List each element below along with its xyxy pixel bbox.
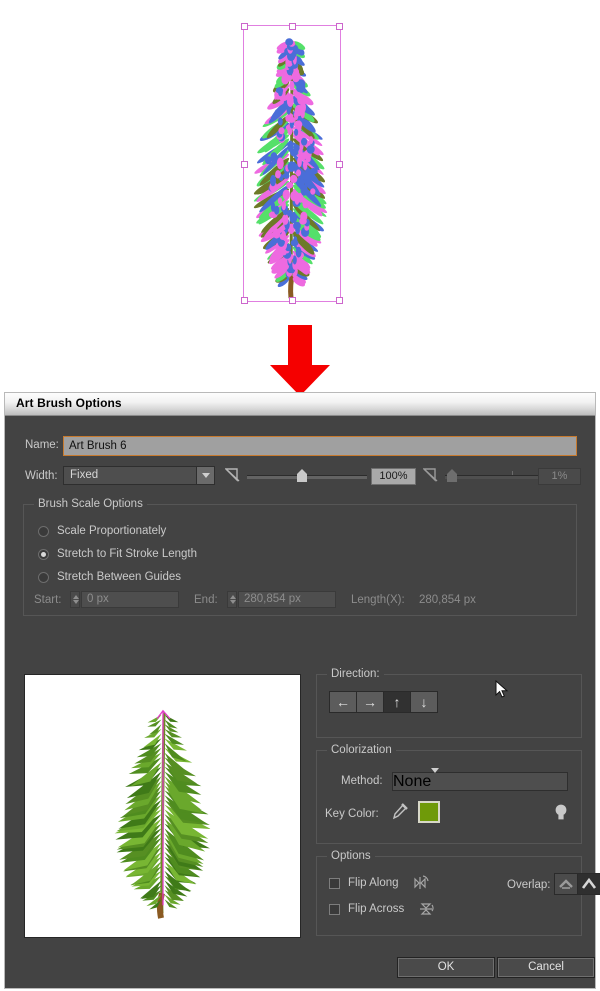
dialog-titlebar[interactable]: Art Brush Options (5, 393, 595, 416)
ok-button[interactable]: OK (397, 957, 495, 978)
options-title: Options (327, 850, 375, 862)
dialog-body: Name: Art Brush 6 Width: Fixed 100% 1% B… (5, 416, 600, 988)
selection-handle-tr[interactable] (336, 23, 343, 30)
width-label: Width: (25, 470, 58, 482)
red-down-arrow-icon (270, 325, 330, 396)
flip-across-checkbox[interactable] (329, 903, 340, 915)
key-color-label: Key Color: (325, 808, 379, 820)
direction-up-button[interactable]: ↑ (384, 692, 411, 712)
selection-handle-tl[interactable] (241, 23, 248, 30)
width-slider-thumb[interactable] (297, 469, 307, 482)
method-value: None (393, 773, 432, 790)
lightbulb-icon[interactable] (553, 803, 569, 823)
start-stepper[interactable] (70, 591, 80, 608)
width-percent-input[interactable]: 100% (371, 468, 416, 485)
flip-along-checkbox[interactable] (329, 877, 340, 889)
chevron-down-icon[interactable] (431, 768, 440, 790)
name-row: Name: Art Brush 6 (25, 436, 577, 456)
chevron-up-icon (581, 877, 597, 889)
mouse-cursor (495, 680, 509, 698)
direction-right-button[interactable]: → (357, 692, 384, 712)
selection-handle-tc[interactable] (289, 23, 296, 30)
radio-stretch-to-fit[interactable]: Stretch to Fit Stroke Length (38, 546, 197, 562)
colorization-title: Colorization (327, 744, 396, 756)
overlap-allow-button[interactable] (555, 874, 578, 894)
flip-across-label: Flip Across (348, 903, 405, 915)
chevron-down-icon[interactable] (196, 467, 214, 484)
width-slider-track[interactable] (247, 475, 367, 479)
key-color-swatch[interactable] (418, 801, 440, 823)
artwork-area (0, 0, 600, 320)
selection-handle-bc[interactable] (289, 297, 296, 304)
selection-handle-mr[interactable] (336, 160, 343, 168)
start-input[interactable]: 0 px (81, 591, 179, 608)
direction-group: Direction: ← → ↑ ↓ (316, 668, 582, 738)
selection-handle-bl[interactable] (241, 297, 248, 304)
overlap-button-row (554, 873, 600, 895)
overlap-label: Overlap: (507, 879, 551, 891)
preview-artwork (114, 709, 211, 919)
direction-button-row: ← → ↑ ↓ (329, 691, 438, 713)
colorization-group: Colorization Method: None Key Color: (316, 744, 582, 844)
flip-across-icon (420, 903, 434, 915)
length-label: Length(X): (351, 594, 405, 606)
width-pressure-icon (225, 468, 240, 482)
end-label: End: (194, 594, 218, 606)
flip-along-label: Flip Along (348, 877, 399, 889)
width-variance-input[interactable]: 1% (538, 468, 581, 485)
radio-icon[interactable] (38, 525, 49, 537)
width-variance-icon (423, 468, 438, 482)
flip-across-row[interactable]: Flip Across (329, 901, 436, 917)
end-stepper[interactable] (227, 591, 237, 608)
radio-stretch-between-guides[interactable]: Stretch Between Guides (38, 569, 181, 585)
flip-along-icon (413, 875, 429, 889)
length-value: 280,854 px (419, 594, 476, 606)
width-type-select[interactable]: Fixed (63, 466, 215, 485)
direction-down-button[interactable]: ↓ (411, 692, 437, 712)
colorization-method-select[interactable]: None (392, 768, 568, 791)
name-input[interactable]: Art Brush 6 (63, 436, 577, 456)
direction-title: Direction: (327, 668, 384, 680)
radio-label: Scale Proportionately (57, 525, 167, 537)
options-group: Options Flip Along Flip Across Overlap: (316, 850, 600, 936)
radio-scale-proportionately[interactable]: Scale Proportionately (38, 523, 166, 539)
overlap-prevent-button[interactable] (578, 874, 600, 894)
selection-handle-br[interactable] (336, 297, 343, 304)
selection-bounding-box[interactable] (241, 23, 343, 304)
end-input[interactable]: 280,854 px (238, 591, 336, 608)
cancel-button[interactable]: Cancel (497, 957, 595, 978)
width-row: Width: Fixed 100% 1% (25, 466, 581, 488)
brush-scale-options-title: Brush Scale Options (34, 498, 147, 510)
dialog-title: Art Brush Options (16, 396, 122, 410)
eyedropper-icon[interactable] (389, 802, 409, 822)
radio-icon[interactable] (38, 571, 49, 583)
start-label: Start: (34, 594, 62, 606)
width-variance-tick (512, 471, 513, 475)
radio-icon[interactable] (38, 548, 49, 560)
name-label: Name: (25, 439, 59, 451)
chevron-up-flat-icon (559, 879, 573, 889)
brush-preview (24, 674, 301, 938)
radio-label: Stretch Between Guides (57, 571, 182, 583)
width-type-value: Fixed (70, 469, 99, 481)
flip-along-row[interactable]: Flip Along (329, 875, 431, 891)
direction-left-button[interactable]: ← (330, 692, 357, 712)
method-label: Method: (341, 775, 383, 787)
selection-handle-ml[interactable] (241, 160, 248, 168)
brush-scale-options-group: Brush Scale Options Scale Proportionatel… (23, 498, 577, 616)
width-variance-thumb[interactable] (447, 469, 457, 482)
radio-label: Stretch to Fit Stroke Length (57, 548, 197, 560)
